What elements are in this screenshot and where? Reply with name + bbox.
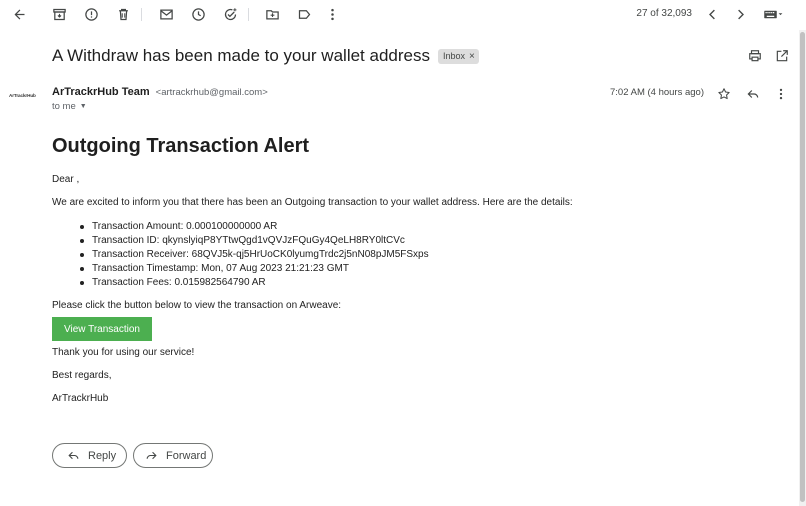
snooze-clock-icon[interactable] [187,3,209,25]
report-spam-icon[interactable] [80,3,102,25]
reply-arrow-icon[interactable] [743,84,763,104]
received-time: 7:02 AM (4 hours ago) [610,87,704,98]
message-toolbar: 27 of 32,093 [0,0,806,28]
caret-down-icon: ▼ [79,103,87,110]
sender-line: ArTrackrHub Team <artrackrhub@gmail.com> [52,86,268,98]
sender-name[interactable]: ArTrackrHub Team [52,86,150,98]
detail-amount: Transaction Amount: 0.000100000000 AR [80,220,429,234]
sender-avatar: ArTrackrHub [9,93,36,98]
label-icon[interactable] [293,3,315,25]
archive-icon[interactable] [48,3,70,25]
move-to-icon[interactable] [261,3,283,25]
keyboard-input-tools-icon[interactable] [760,3,786,25]
regards-text: Best regards, [52,370,112,381]
detail-receiver: Transaction Receiver: 68QVJ5k-qj5HrUoCK0… [80,248,429,262]
forward-button-label: Forward [166,449,207,462]
newer-chevron-left-icon[interactable] [701,3,723,25]
reply-button[interactable]: Reply [52,443,127,468]
scrollbar-thumb[interactable] [800,32,805,502]
back-arrow-icon[interactable] [8,3,30,25]
cta-text: Please click the button below to view th… [52,300,342,311]
signature-text: ArTrackrHub [52,393,109,404]
greeting-text: Dear , [52,174,80,185]
reply-button-label: Reply [88,449,117,462]
open-in-new-window-icon[interactable] [772,46,792,66]
message-body: Outgoing Transaction Alert Dear , We are… [52,134,752,404]
pagination-count: 27 of 32,093 [636,8,692,19]
detail-timestamp: Transaction Timestamp: Mon, 07 Aug 2023 … [80,262,429,276]
forward-icon [146,451,157,460]
label-chip-text: Inbox [442,51,466,61]
sender-email: <artrackrhub@gmail.com> [155,87,268,98]
message-heading: Outgoing Transaction Alert [52,135,310,157]
delete-icon[interactable] [112,3,134,25]
mark-unread-icon[interactable] [155,3,177,25]
print-icon[interactable] [745,46,765,66]
intro-text: We are excited to inform you that there … [52,197,573,208]
forward-button[interactable]: Forward [133,443,213,468]
subject-row: A Withdraw has been made to your wallet … [52,44,479,68]
detail-transaction-id: Transaction ID: qkynslyiqP8YTtwQgd1vQVJz… [80,234,429,248]
recipient-text: to me [52,101,76,112]
more-actions-icon[interactable] [771,84,791,104]
toolbar-divider [141,8,142,21]
inbox-label-chip[interactable]: Inbox × [437,48,479,64]
star-icon[interactable] [714,84,734,104]
older-chevron-right-icon[interactable] [729,3,751,25]
thanks-text: Thank you for using our service! [52,347,195,358]
view-transaction-button[interactable]: View Transaction [52,317,152,341]
detail-fees: Transaction Fees: 0.015982564790 AR [80,276,429,290]
scrollbar-track[interactable] [799,30,806,506]
toolbar-divider [248,8,249,21]
recipient-details-toggle[interactable]: to me ▼ [52,101,87,112]
reply-icon [68,451,79,460]
add-task-icon[interactable] [219,3,241,25]
email-subject: A Withdraw has been made to your wallet … [52,46,430,65]
remove-label-icon[interactable]: × [469,51,475,62]
more-options-icon[interactable] [321,3,343,25]
transaction-details-list: Transaction Amount: 0.000100000000 AR Tr… [80,220,429,290]
